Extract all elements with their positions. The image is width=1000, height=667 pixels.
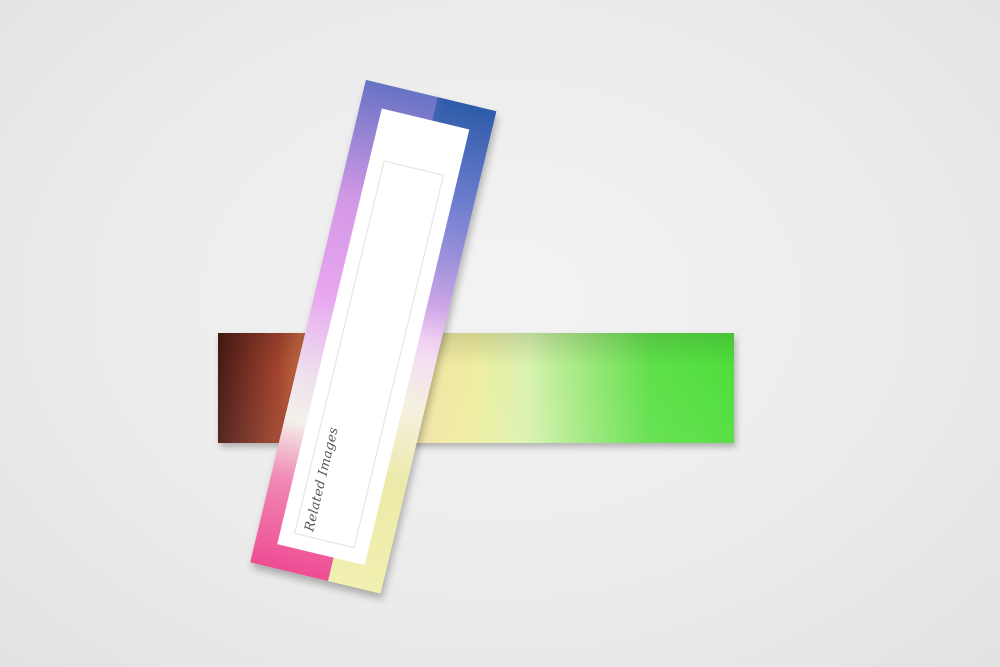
white-inset-panel: Related Images — [277, 108, 470, 566]
artwork-scene: Related Images — [0, 0, 1000, 667]
